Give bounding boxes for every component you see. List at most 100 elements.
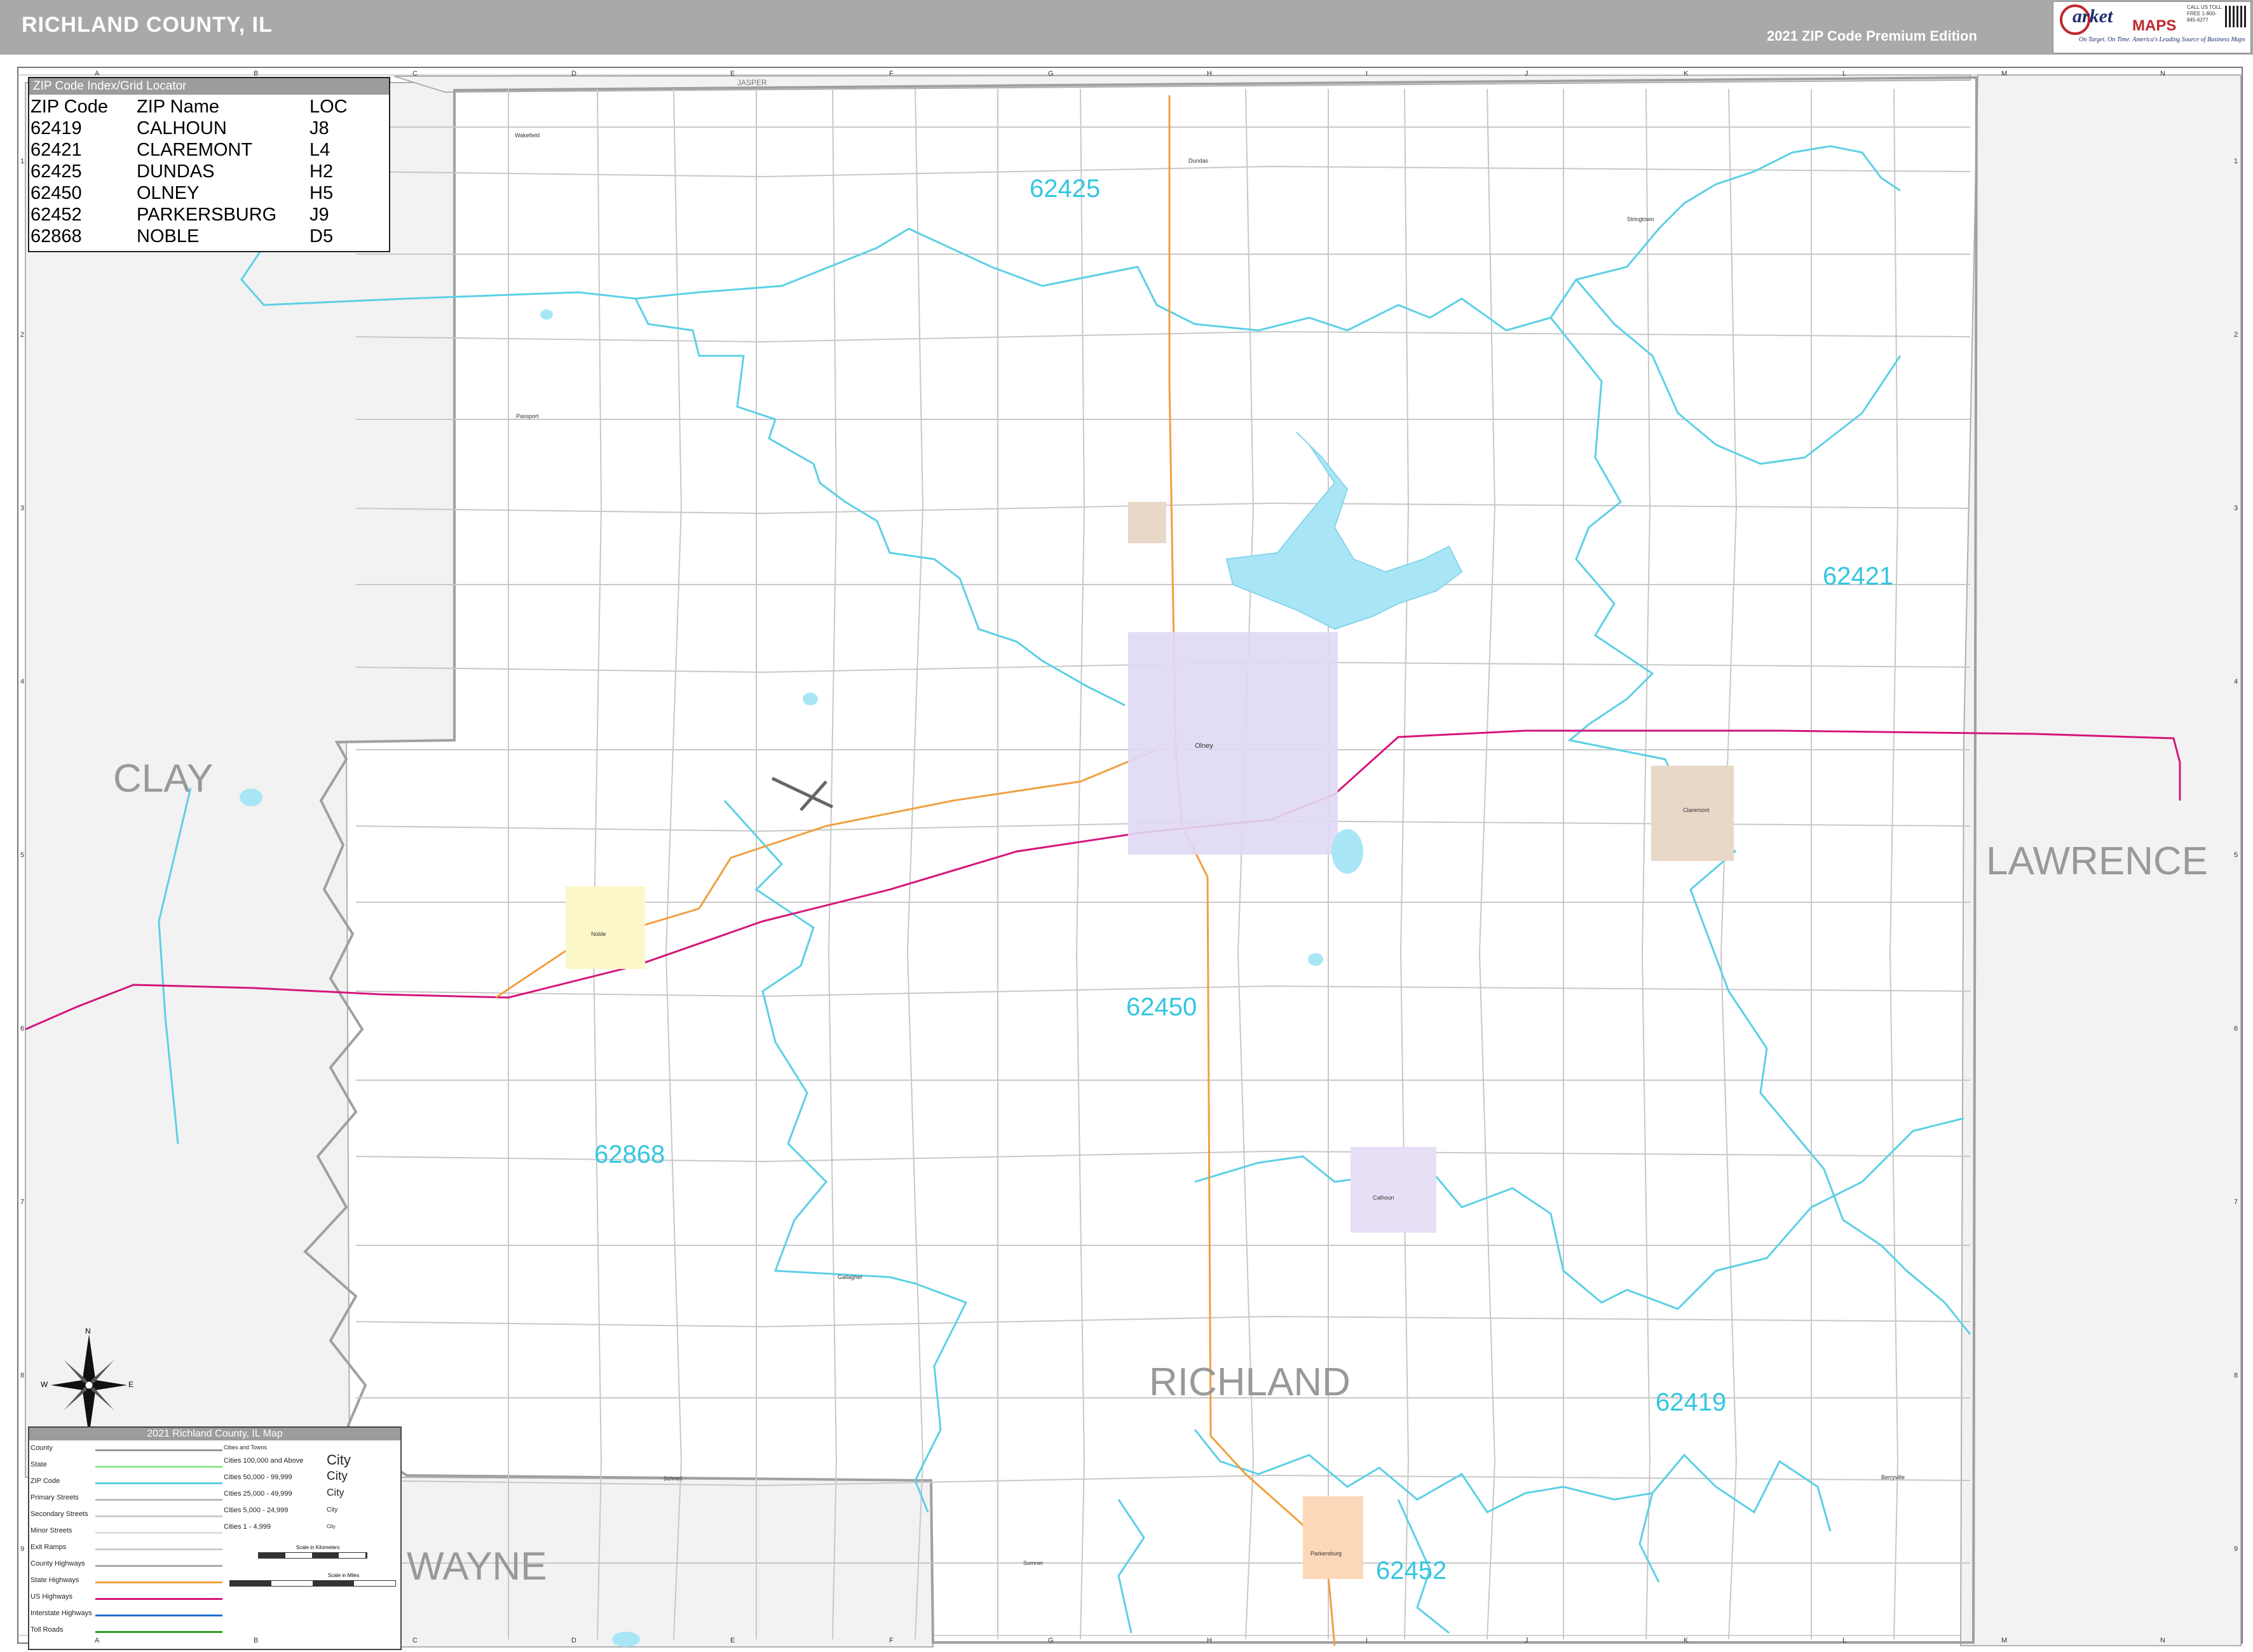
zip-loc: H5 <box>310 183 334 203</box>
table-row: 62425 DUNDAS H2 <box>29 161 348 182</box>
zip-code: 62425 <box>31 161 82 182</box>
grid-row-6: 6 <box>20 1024 25 1032</box>
grid-col-I: I <box>1366 1637 1368 1644</box>
town-claremont: Claremont <box>1683 807 1710 813</box>
legend-row: Secondary Streets <box>29 1508 222 1524</box>
grid-col-L: L <box>1842 1637 1847 1644</box>
legend-row: Minor Streets <box>29 1524 222 1541</box>
legend-label: US Highways <box>31 1593 73 1601</box>
grid-row-2: 2 <box>20 331 25 339</box>
grid-row-3: 3 <box>2234 504 2238 513</box>
compass-n: N <box>85 1327 91 1336</box>
city-legend-label: Cities 100,000 and Above <box>224 1457 304 1465</box>
grid-row-8: 8 <box>20 1371 25 1379</box>
zip-name: CALHOUN <box>137 118 227 139</box>
grid-row-4: 4 <box>20 678 25 686</box>
legend-label: Toll Roads <box>31 1626 64 1634</box>
legend-row: US Highways <box>29 1590 222 1607</box>
zip-index-header: ZIP Name <box>137 97 220 117</box>
legend-row: Exit Ramps <box>29 1541 222 1557</box>
town-parkersburg: Parkersburg <box>1310 1550 1342 1557</box>
zip-index-caption: ZIP Code Index/Grid Locator <box>29 78 389 95</box>
grid-row-5: 5 <box>20 851 25 859</box>
legend-row: County <box>29 1442 222 1458</box>
scale-mi-label: Scale in Miles <box>328 1573 360 1578</box>
zip-label-62419: 62419 <box>1656 1388 1727 1416</box>
zip-loc: H2 <box>310 161 334 182</box>
city-sample: City <box>327 1470 348 1483</box>
zip-loc: D5 <box>310 226 334 247</box>
grid-col-A: A <box>95 70 100 78</box>
grid-row-1: 1 <box>2234 158 2238 166</box>
zip-name: NOBLE <box>137 226 200 247</box>
grid-col-F: F <box>889 70 894 78</box>
county-label-lawrence: LAWRENCE <box>1986 839 2209 883</box>
city-sample: City <box>327 1506 338 1513</box>
zip-name: DUNDAS <box>137 161 215 182</box>
city-sample: City <box>327 1487 344 1498</box>
town-olney: Olney <box>1195 742 1213 750</box>
city-legend-label: Cities 5,000 - 24,999 <box>224 1506 289 1514</box>
grid-row-5: 5 <box>2234 851 2238 859</box>
grid-row-2: 2 <box>2234 331 2238 339</box>
county-clay-area <box>25 82 455 1478</box>
zip-name: CLAREMONT <box>137 140 253 160</box>
grid-col-F: F <box>889 1637 894 1644</box>
grid-col-K: K <box>1684 1637 1689 1644</box>
legend-row: Interstate Highways <box>29 1607 222 1623</box>
calhoun-city-area <box>1351 1147 1436 1233</box>
grid-row-7: 7 <box>20 1198 25 1206</box>
grid-col-K: K <box>1684 70 1689 78</box>
zip-name: PARKERSBURG <box>137 205 277 225</box>
scale-km-bar <box>258 1552 367 1559</box>
grid-row-7: 7 <box>2234 1198 2238 1206</box>
legend-label: State <box>31 1461 47 1468</box>
map-legend: 2021 Richland County, IL Map County Stat… <box>28 1426 402 1650</box>
grid-col-B: B <box>254 70 259 78</box>
grid-col-N: N <box>2160 70 2165 78</box>
grid-row-1: 1 <box>20 158 25 166</box>
compass-e: E <box>128 1380 134 1389</box>
town-stringtown: Stringtown <box>1627 216 1654 222</box>
legend-label: Exit Ramps <box>31 1543 67 1551</box>
grid-col-L: L <box>1842 70 1847 78</box>
grid-col-B: B <box>254 1637 259 1644</box>
legend-label: Primary Streets <box>31 1494 79 1501</box>
table-row: 62452 PARKERSBURG J9 <box>29 204 348 226</box>
scale-mi-bar <box>229 1580 396 1587</box>
zip-index-table: ZIP Code ZIP Name LOC 62419 CALHOUN J8 624… <box>29 96 348 247</box>
legend-label: Interstate Highways <box>31 1609 92 1617</box>
grid-col-J: J <box>1525 70 1528 78</box>
legend-row: ZIP Code <box>29 1475 222 1491</box>
street-grid <box>355 88 1971 1640</box>
zip-label-62452: 62452 <box>1376 1557 1447 1585</box>
zip-name: OLNEY <box>137 183 200 203</box>
grid-col-C: C <box>412 1637 418 1644</box>
county-label-clay: CLAY <box>113 757 214 801</box>
legend-label: ZIP Code <box>31 1477 60 1485</box>
grid-col-G: G <box>1048 70 1054 78</box>
grid-col-M: M <box>2001 70 2008 78</box>
city-legend-label: Cities 1 - 4,999 <box>224 1523 271 1531</box>
noble-city-area <box>566 886 645 969</box>
grid-col-D: D <box>571 1637 576 1644</box>
city-legend-title: Cities and Towns <box>224 1444 267 1451</box>
grid-col-E: E <box>730 70 735 78</box>
legend-row: State Highways <box>29 1574 222 1590</box>
grid-col-D: D <box>571 70 576 78</box>
legend-row: County Highways <box>29 1557 222 1574</box>
town-calhoun: Calhoun <box>1373 1195 1394 1201</box>
grid-col-H: H <box>1207 1637 1212 1644</box>
grid-row-3: 3 <box>20 504 25 513</box>
olney-city-area <box>1128 632 1338 855</box>
town-gallagher: Gallagher <box>838 1274 863 1280</box>
table-row: 62419 CALHOUN J8 <box>29 118 348 139</box>
grid-row-6: 6 <box>2234 1024 2238 1032</box>
grid-row-9: 9 <box>20 1545 25 1553</box>
city-legend-label: Cities 50,000 - 99,999 <box>224 1473 292 1481</box>
compass-w: W <box>41 1380 48 1389</box>
us-highway-50 <box>25 729 2181 1031</box>
scale-km-label: Scale in Kilometers <box>296 1545 340 1550</box>
county-label-richland: RICHLAND <box>1149 1360 1351 1404</box>
table-row: 62868 NOBLE D5 <box>29 226 348 247</box>
